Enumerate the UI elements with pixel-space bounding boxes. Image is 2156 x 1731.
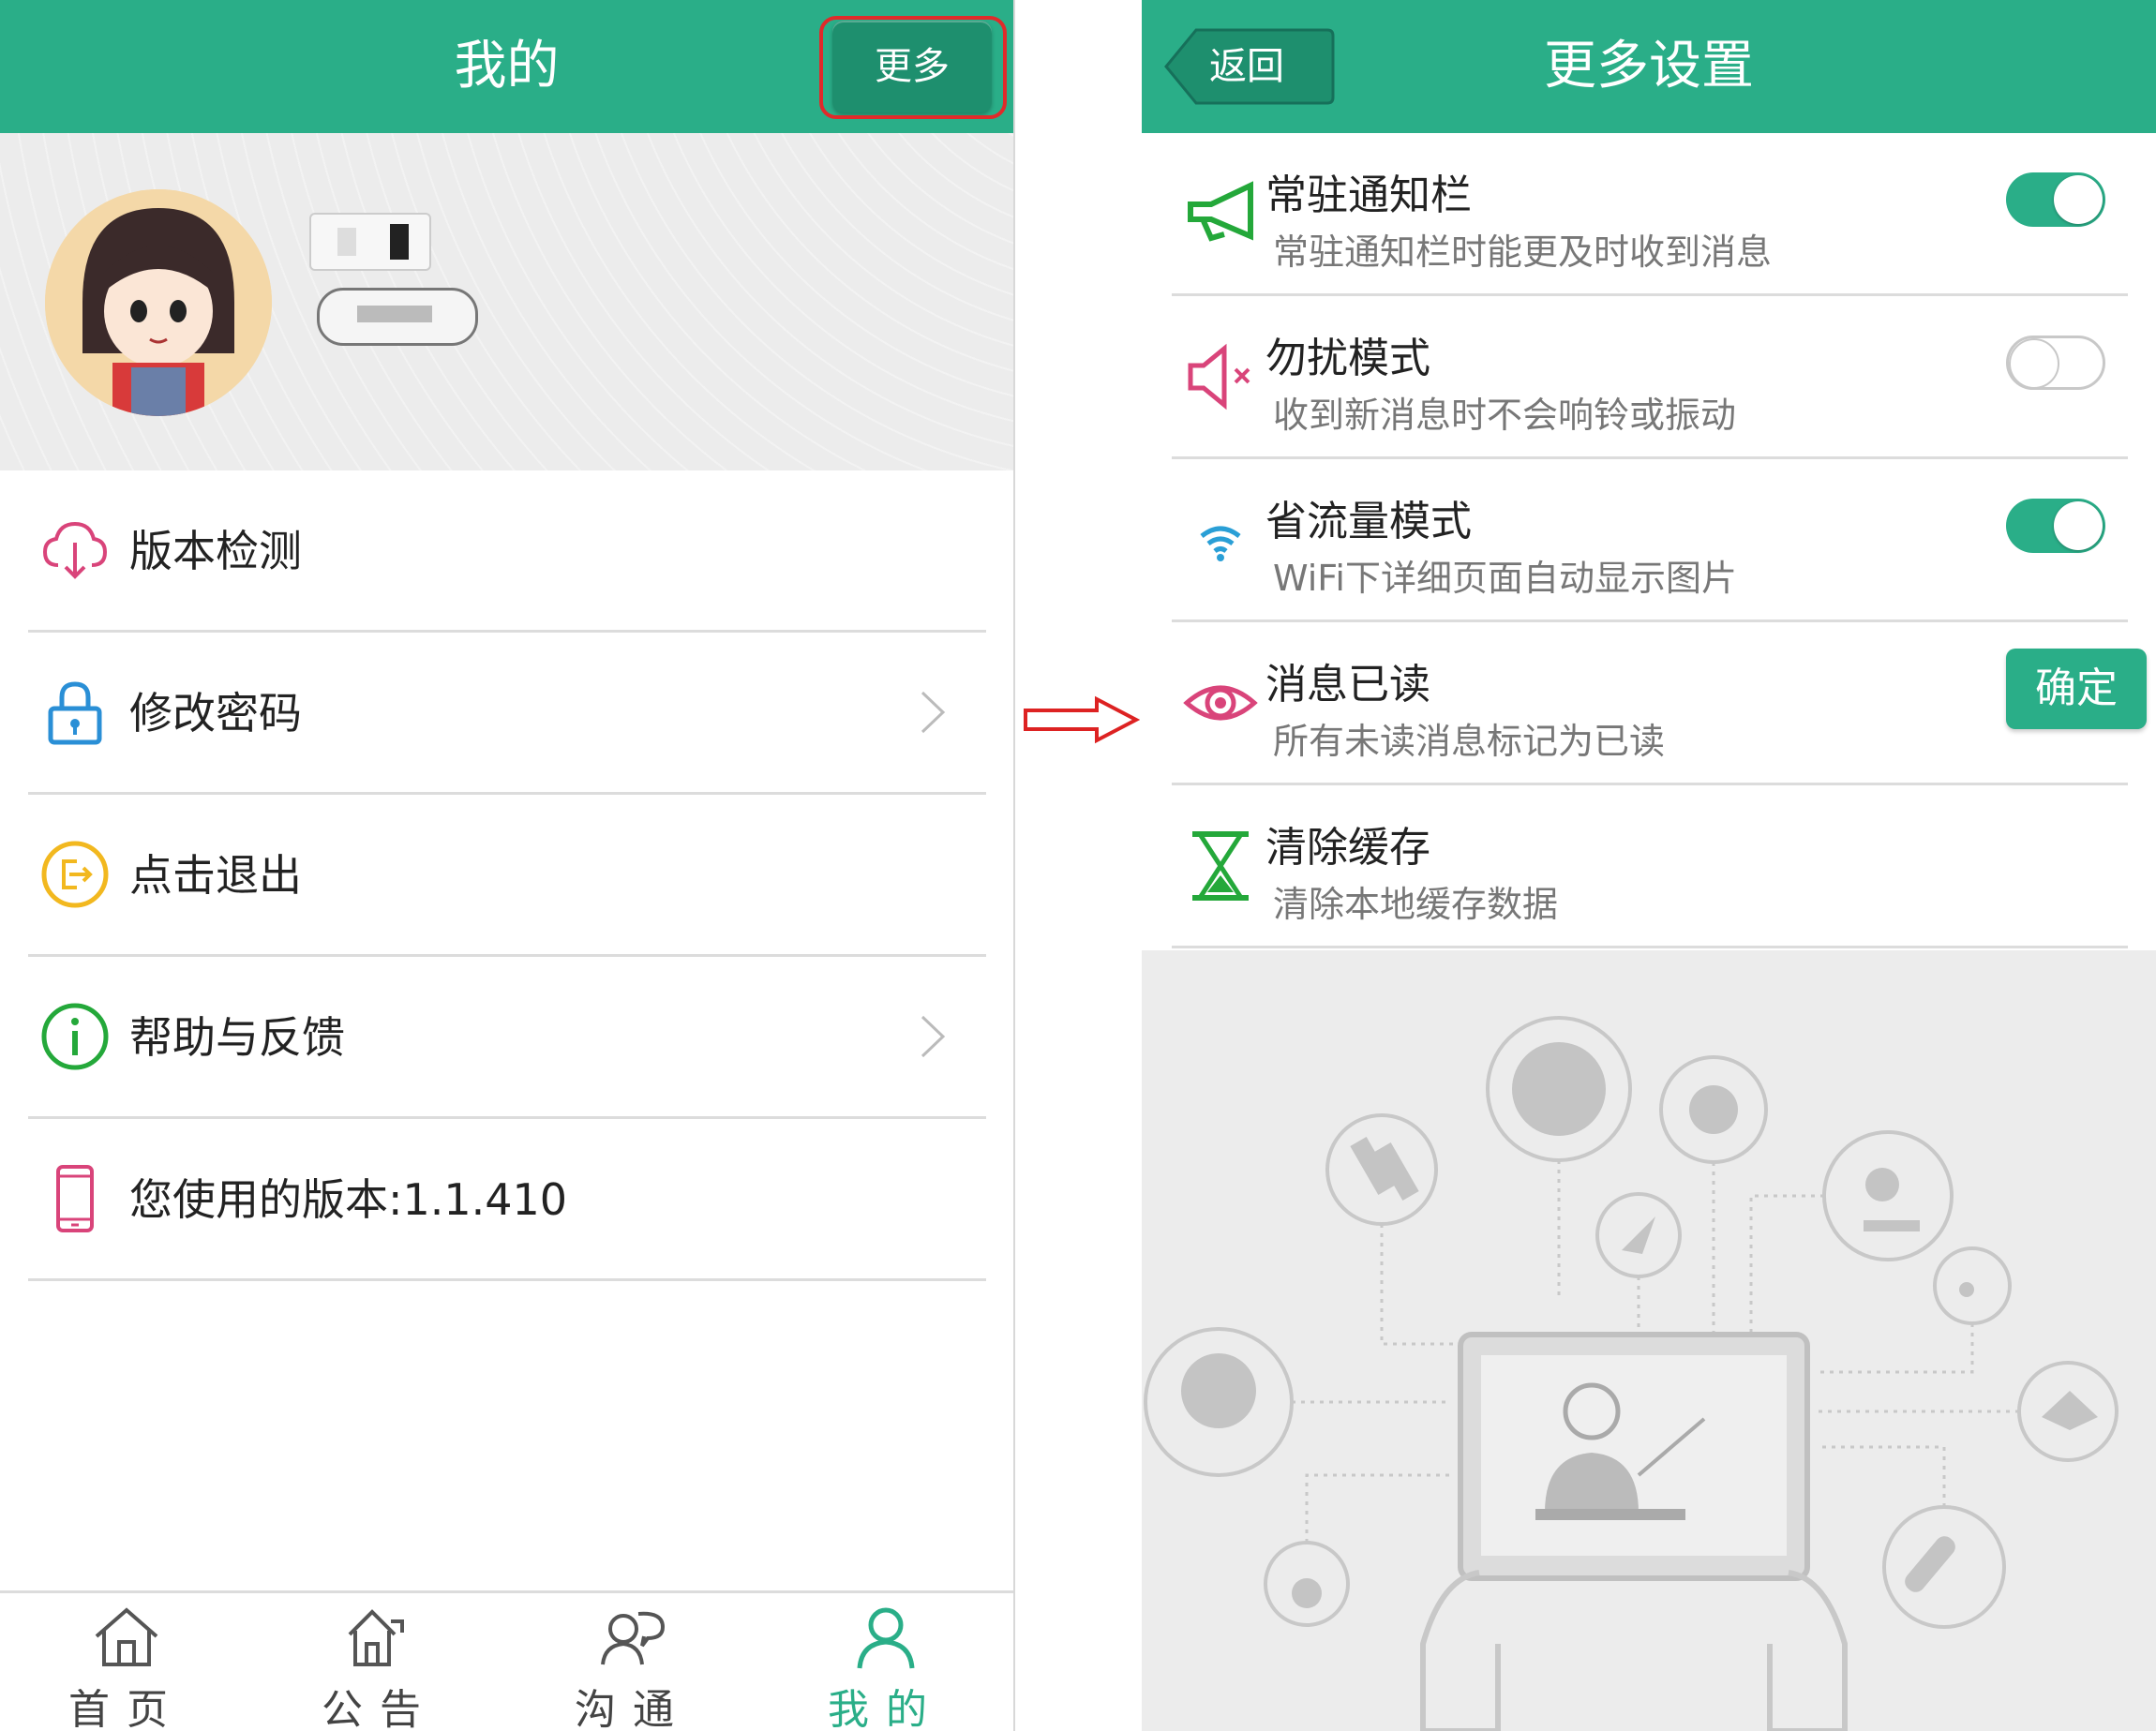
bottom-tab-bar: 首页 公告 沟通 我的 — [0, 1590, 1013, 1731]
setting-title: 常驻通知栏 — [1265, 172, 1472, 219]
transition-arrow-icon — [1024, 695, 1140, 744]
setting-desc: 清除本地缓存数据 — [1273, 884, 1559, 925]
phone-icon — [56, 1165, 94, 1232]
setting-clear-cache[interactable]: 清除缓存 清除本地缓存数据 — [1172, 785, 2128, 948]
setting-title: 勿扰模式 — [1265, 335, 1430, 382]
menu-help-feedback[interactable]: 帮助与反馈 — [28, 957, 986, 1119]
version-text: 您使用的版本:1.1.410 — [129, 1174, 568, 1225]
avatar[interactable] — [45, 189, 272, 416]
my-page-screen: 我的 更多 版本检测 修改密码 点击退出 帮助与反馈 您使用的版本:1.1.41… — [0, 0, 1015, 1731]
header-bar: 我的 更多 — [0, 0, 1013, 133]
persistent-notification-toggle[interactable] — [2006, 172, 2105, 227]
menu-label: 版本检测 — [129, 526, 302, 576]
mute-speaker-icon — [1188, 343, 1250, 410]
hourglass-icon — [1192, 830, 1249, 901]
menu-label: 帮助与反馈 — [129, 1012, 345, 1063]
education-illustration — [1142, 950, 2156, 1731]
tab-home[interactable]: 首页 — [0, 1593, 253, 1731]
menu-label: 修改密码 — [129, 688, 302, 739]
setting-title: 清除缓存 — [1265, 824, 1430, 872]
setting-desc: 收到新消息时不会响铃或振动 — [1273, 395, 1737, 436]
data-saver-toggle[interactable] — [2006, 499, 2105, 553]
tab-label: 公告 — [322, 1686, 438, 1731]
megaphone-icon — [1188, 180, 1253, 242]
page-title: 更多设置 — [1544, 36, 1754, 97]
info-icon — [41, 1003, 109, 1070]
logout-icon — [41, 841, 109, 908]
notice-house-icon — [348, 1609, 404, 1666]
menu-logout[interactable]: 点击退出 — [28, 795, 986, 957]
setting-title: 消息已读 — [1265, 661, 1430, 709]
more-settings-screen: 返回 更多设置 常驻通知栏 常驻通知栏时能更及时收到消息 勿扰模式 收到新消息时… — [1142, 0, 2156, 1731]
home-icon — [95, 1607, 158, 1666]
eye-icon — [1183, 685, 1258, 720]
menu-version-check[interactable]: 版本检测 — [28, 470, 986, 633]
chevron-right-icon — [921, 691, 946, 734]
teacher-illustration-icon — [1144, 1016, 2119, 1731]
highlight-frame — [819, 16, 1007, 119]
chevron-right-icon — [921, 1015, 946, 1058]
menu-label: 点击退出 — [129, 850, 302, 901]
menu-change-password[interactable]: 修改密码 — [28, 633, 986, 795]
setting-title: 省流量模式 — [1265, 498, 1472, 545]
person-icon — [857, 1607, 915, 1669]
cloud-download-icon — [42, 521, 108, 579]
setting-persistent-notification: 常驻通知栏 常驻通知栏时能更及时收到消息 — [1172, 133, 2128, 296]
do-not-disturb-toggle[interactable] — [2006, 336, 2105, 390]
tab-label: 沟通 — [575, 1686, 691, 1731]
menu-version-info: 您使用的版本:1.1.410 — [28, 1119, 986, 1281]
tab-label: 首页 — [68, 1686, 185, 1731]
setting-mark-read: 消息已读 所有未读消息标记为已读 确定 — [1172, 622, 2147, 785]
tab-chat[interactable]: 沟通 — [506, 1593, 759, 1731]
tab-mine[interactable]: 我的 — [759, 1593, 1012, 1731]
tab-label: 我的 — [828, 1686, 944, 1731]
setting-desc: 所有未读消息标记为已读 — [1273, 721, 1666, 762]
username-blurred — [309, 213, 431, 271]
mark-read-confirm-button[interactable]: 确定 — [2006, 649, 2147, 729]
setting-do-not-disturb: 勿扰模式 收到新消息时不会响铃或振动 — [1172, 296, 2128, 459]
chat-people-icon — [601, 1611, 666, 1665]
setting-desc: WiFi下详细页面自动显示图片 — [1273, 558, 1737, 599]
user-tag-blurred — [317, 288, 478, 346]
lock-icon — [48, 681, 102, 745]
setting-desc: 常驻通知栏时能更及时收到消息 — [1273, 231, 1773, 273]
wifi-icon — [1200, 526, 1241, 561]
header-bar: 返回 更多设置 — [1142, 0, 2156, 133]
tab-notice[interactable]: 公告 — [253, 1593, 506, 1731]
profile-panel — [0, 133, 1013, 470]
setting-data-saver: 省流量模式 WiFi下详细页面自动显示图片 — [1172, 459, 2128, 622]
